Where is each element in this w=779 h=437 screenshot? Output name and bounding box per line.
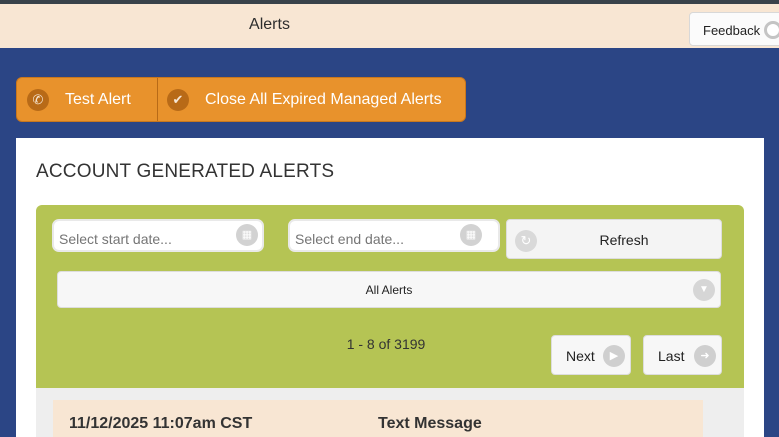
checkmark-icon: ✔ xyxy=(167,88,189,111)
alert-type: Text Message xyxy=(378,415,482,432)
pagination-summary: 1 - 8 of 3199 xyxy=(346,336,426,352)
alert-row[interactable]: 11/12/2025 11:07am CST Text Message xyxy=(53,400,703,437)
feedback-icon xyxy=(764,21,779,39)
refresh-label: Refresh xyxy=(599,232,649,248)
action-bar: ✆ Test Alert ✔ Close All Expired Managed… xyxy=(16,77,466,122)
last-label: Last xyxy=(658,348,685,364)
alert-type-select[interactable]: All Alerts ▼ xyxy=(57,271,721,308)
test-alert-label: Test Alert xyxy=(65,90,131,108)
filters-box: ▦ ▦ ↻ Refresh All Alerts ▼ 1 - 8 of 3199… xyxy=(36,205,744,388)
start-date-input[interactable] xyxy=(52,219,264,252)
alert-type-value: All Alerts xyxy=(365,283,413,297)
alerts-list: 11/12/2025 11:07am CST Text Message xyxy=(36,388,744,437)
feedback-label: Feedback xyxy=(703,23,761,38)
test-alert-button[interactable]: ✆ Test Alert xyxy=(17,78,158,121)
next-button[interactable]: Next ▶ xyxy=(551,335,631,375)
next-label: Next xyxy=(566,348,595,364)
arrow-last-icon: ➜ xyxy=(694,345,716,367)
chevron-down-icon: ▼ xyxy=(693,279,715,301)
close-expired-label: Close All Expired Managed Alerts xyxy=(205,90,442,108)
alert-time: 11/12/2025 11:07am CST xyxy=(69,415,253,432)
page-title: Alerts xyxy=(249,16,290,33)
last-button[interactable]: Last ➜ xyxy=(643,335,722,375)
arrow-right-icon: ▶ xyxy=(603,345,625,367)
start-calendar-icon[interactable]: ▦ xyxy=(236,224,258,246)
phone-icon: ✆ xyxy=(27,88,49,111)
feedback-button[interactable]: Feedback xyxy=(689,12,779,46)
close-expired-alerts-button[interactable]: ✔ Close All Expired Managed Alerts xyxy=(158,78,465,121)
end-calendar-icon[interactable]: ▦ xyxy=(460,224,482,246)
app-header: Alerts Feedback xyxy=(0,4,779,48)
alerts-panel: ACCOUNT GENERATED ALERTS ▦ ▦ ↻ Refresh A… xyxy=(16,138,764,437)
refresh-button[interactable]: ↻ Refresh xyxy=(506,219,722,259)
panel-title: ACCOUNT GENERATED ALERTS xyxy=(36,161,335,182)
